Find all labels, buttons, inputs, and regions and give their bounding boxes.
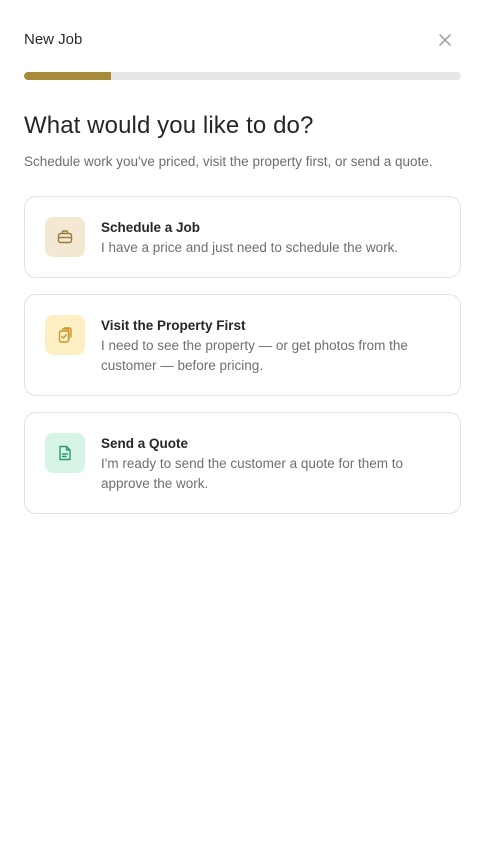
close-icon [439, 34, 451, 46]
option-icon-tile [45, 315, 85, 355]
option-text: Schedule a Job I have a price and just n… [101, 219, 436, 258]
page-heading: What would you like to do? [24, 112, 314, 139]
option-description: I'm ready to send the customer a quote f… [101, 456, 403, 491]
option-description: I have a price and just need to schedule… [101, 240, 399, 255]
option-title: Visit the Property First [101, 318, 246, 333]
document-icon [59, 445, 71, 461]
option-icon-tile [45, 217, 85, 257]
option-icon-tile [45, 433, 85, 473]
page-subheading: Schedule work you've priced, visit the p… [24, 154, 433, 169]
progress-bar [24, 72, 461, 80]
option-text: Send a Quote I'm ready to send the custo… [101, 435, 436, 494]
job-type-options: Schedule a Job I have a price and just n… [24, 196, 461, 530]
option-text: Visit the Property First I need to see t… [101, 317, 436, 376]
progress-fill [24, 72, 112, 80]
option-description: I need to see the property — or get phot… [101, 338, 408, 373]
clipboard-check-icon [58, 327, 72, 343]
option-title: Send a Quote [101, 436, 189, 451]
option-title: Schedule a Job [101, 220, 201, 235]
modal-title: New Job [24, 31, 83, 48]
modal-header: New Job [24, 30, 460, 52]
option-visit-property[interactable]: Visit the Property First I need to see t… [24, 294, 461, 396]
close-button[interactable] [437, 32, 453, 48]
option-schedule-job[interactable]: Schedule a Job I have a price and just n… [24, 196, 461, 278]
briefcase-icon [57, 230, 73, 244]
option-send-quote[interactable]: Send a Quote I'm ready to send the custo… [24, 412, 461, 514]
